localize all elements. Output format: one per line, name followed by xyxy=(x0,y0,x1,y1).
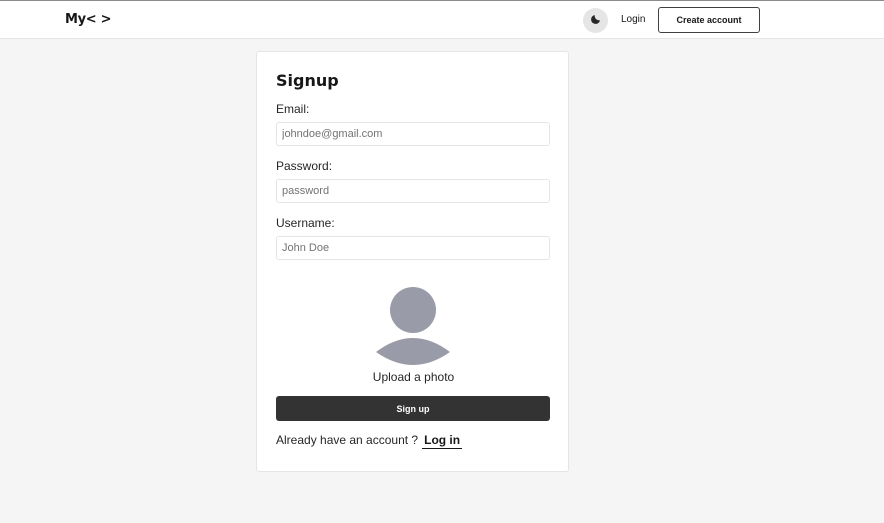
signup-button[interactable]: Sign up xyxy=(276,396,550,421)
login-prompt: Already have an account ? Log in xyxy=(276,433,463,449)
login-link-footer[interactable]: Log in xyxy=(422,433,463,449)
site-logo[interactable]: My< > xyxy=(65,12,112,27)
signup-card: Signup Email: Password: Username: Upload… xyxy=(256,51,569,472)
email-field[interactable] xyxy=(276,122,550,146)
moon-icon xyxy=(590,12,602,30)
password-field[interactable] xyxy=(276,179,550,203)
password-label: Password: xyxy=(276,159,333,173)
theme-toggle-button[interactable] xyxy=(583,8,608,33)
page-title: Signup xyxy=(276,71,339,90)
avatar-upload[interactable] xyxy=(375,286,451,366)
top-navbar: My< > Login Create account xyxy=(0,0,884,39)
upload-photo-label[interactable]: Upload a photo xyxy=(257,370,570,384)
login-link[interactable]: Login xyxy=(621,14,645,25)
user-avatar-icon xyxy=(376,287,450,365)
username-field[interactable] xyxy=(276,236,550,260)
login-prompt-text: Already have an account ? xyxy=(276,433,419,447)
email-label: Email: xyxy=(276,102,310,116)
create-account-button[interactable]: Create account xyxy=(658,7,760,33)
username-label: Username: xyxy=(276,216,335,230)
